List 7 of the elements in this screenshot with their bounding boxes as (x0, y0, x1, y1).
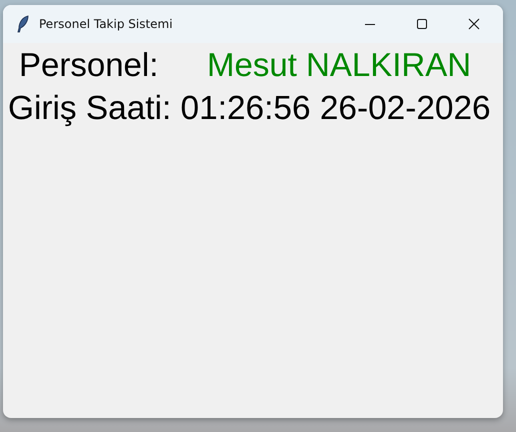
window-title: Personel Takip Sistemi (39, 17, 173, 31)
close-icon (468, 18, 480, 30)
login-time-text: Giriş Saati: 01:26:56 26-02-2026 (7, 89, 492, 129)
maximize-icon (416, 18, 428, 30)
personnel-name: Mesut NALKIRAN (207, 46, 472, 84)
personnel-label: Personel: (19, 46, 160, 84)
feather-icon (17, 15, 29, 33)
